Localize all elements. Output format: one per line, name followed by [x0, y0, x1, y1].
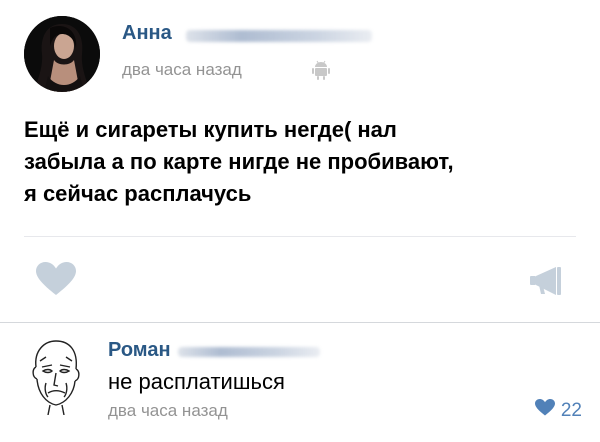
wall-post: Анна два часа назад Ещё и сигареты купит… — [0, 0, 600, 323]
redacted-surname — [178, 347, 320, 357]
post-author-avatar[interactable] — [24, 16, 100, 92]
comment-author-name[interactable]: Роман — [108, 339, 171, 362]
like-count: 22 — [560, 399, 582, 421]
comment-text: не расплатишься — [108, 369, 285, 394]
post-text: Ещё и сигареты купить негде( нал забыла … — [24, 117, 454, 206]
post-divider — [24, 236, 576, 237]
comment-timestamp[interactable]: два часа назад — [108, 401, 228, 421]
heart-icon — [534, 399, 555, 422]
comment-like-button[interactable]: 22 — [534, 399, 582, 422]
comment-author-avatar[interactable] — [20, 337, 90, 416]
redacted-surname — [186, 30, 372, 42]
android-icon — [312, 60, 330, 80]
megaphone-icon[interactable] — [528, 264, 568, 298]
heart-icon[interactable] — [36, 262, 76, 296]
comment: Роман не расплатишься два часа назад 22 — [0, 323, 600, 442]
post-timestamp[interactable]: два часа назад — [122, 60, 242, 80]
post-author-name[interactable]: Анна — [122, 22, 172, 45]
